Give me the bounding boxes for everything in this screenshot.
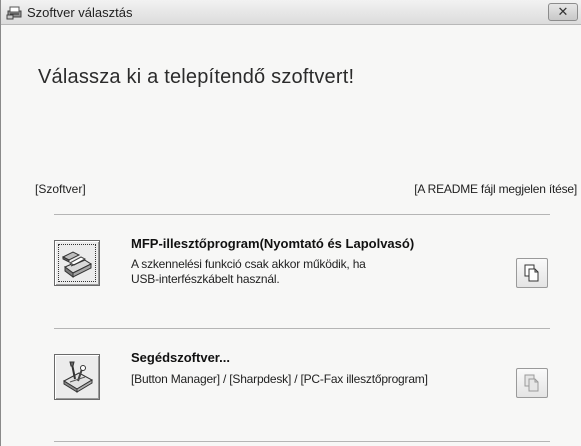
utility-software-readme-button[interactable] [516,368,548,398]
mfp-driver-button[interactable] [54,240,100,286]
app-icon [6,4,24,20]
software-column-label: [Szoftver] [35,182,86,196]
page-heading: Válassza ki a telepítendő szoftvert! [38,66,355,88]
divider [54,214,550,215]
mfp-driver-description-line2: USB-interfészkábelt használ. [131,272,280,286]
mfp-driver-readme-button[interactable] [516,258,548,288]
divider [54,441,550,442]
close-icon: ✕ [557,4,569,19]
document-icon [524,374,539,392]
divider [54,328,550,329]
printer-scanner-icon [61,251,93,278]
title-bar[interactable]: Szoftver választás ✕ [1,0,581,25]
window-title: Szoftver választás [27,5,133,20]
mfp-driver-title: MFP-illesztőprogram(Nyomtató és Lapolvas… [131,236,415,251]
mfp-driver-description-line1: A szkennelési funkció csak akkor működik… [131,257,366,271]
document-icon [524,264,539,282]
utility-software-description: [Button Manager] / [Sharpdesk] / [PC-Fax… [131,372,428,386]
utility-software-title: Segédszoftver... [131,350,230,365]
readme-column-label: [A README fájl megjelen ítése] [414,182,577,196]
tools-software-icon [62,361,94,393]
close-button[interactable]: ✕ [548,3,578,21]
software-selection-dialog: Szoftver választás ✕ Válassza ki a telep… [0,0,581,446]
utility-software-button[interactable] [54,354,100,400]
